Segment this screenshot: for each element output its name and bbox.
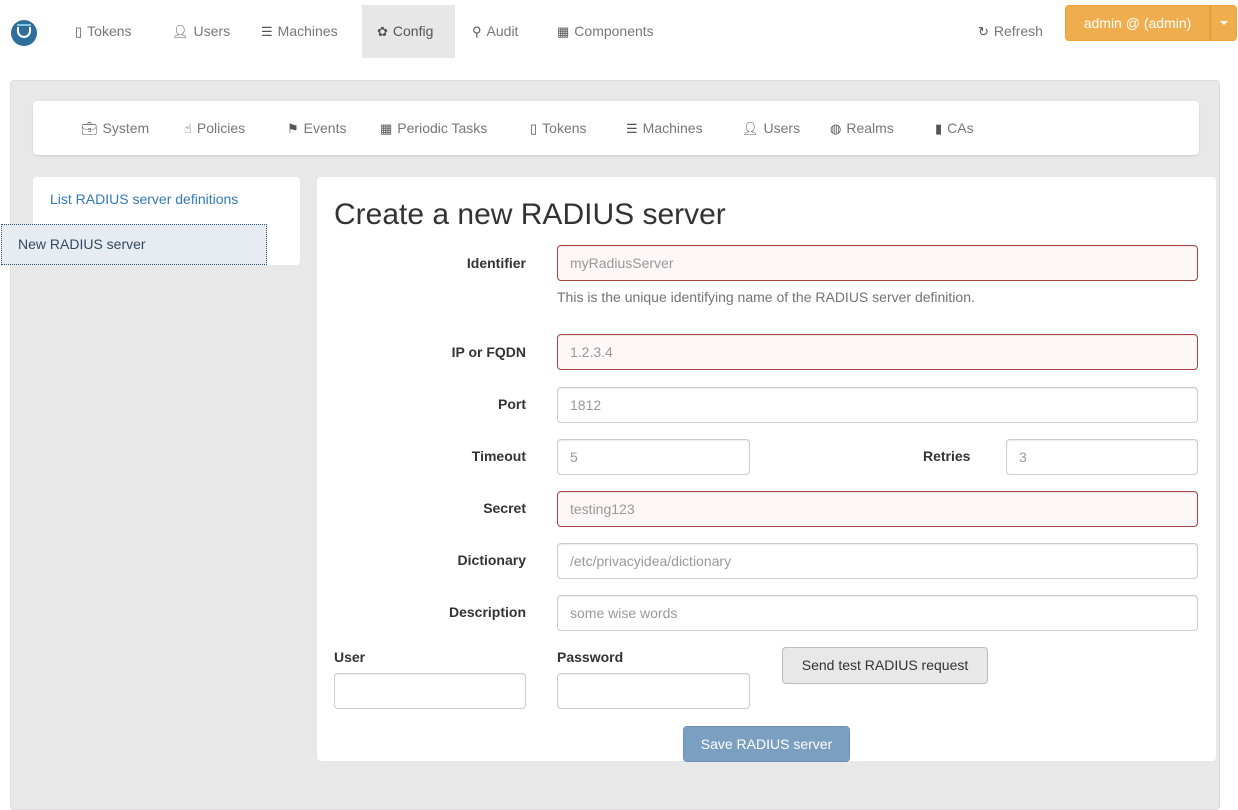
test-user-label: User [334,649,366,665]
description-input[interactable] [557,595,1198,631]
gear-icon: ✿ [377,24,388,39]
retries-label: Retries [923,448,971,464]
refresh-icon: ↻ [978,24,989,39]
globe-icon: ◍ [830,121,842,136]
refresh-button[interactable]: ↻ Refresh [963,5,1058,58]
timeout-label: Timeout [471,448,526,464]
search-icon: ⚲ [472,24,482,39]
subnav-realms[interactable]: ◍ Realms [830,101,894,155]
dictionary-label: Dictionary [457,552,526,568]
dictionary-input[interactable] [557,543,1198,579]
user-icon: 👤︎ [172,24,189,39]
secret-input[interactable] [557,491,1198,527]
server-icon: ☰ [626,121,638,136]
ip-input[interactable] [557,334,1198,370]
subnav-tokens[interactable]: ▯ Tokens [530,101,587,155]
page-title: Create a new RADIUS server [334,198,726,231]
subnav-cas[interactable]: ▮ CAs [935,101,974,155]
send-test-radius-button[interactable]: Send test RADIUS request [782,647,988,684]
nav-audit[interactable]: ⚲ Audit [457,5,533,58]
sidebar-item-list-radius[interactable]: List RADIUS server definitions [33,177,300,222]
retries-input[interactable] [1006,439,1198,475]
config-subnav: 💼︎ System ☝︎ Policies ⚑ Events ▦ Periodic Ta… [33,101,1199,155]
flag-icon: ⚑ [287,121,299,136]
user-menu-button[interactable]: admin @ (admin) [1065,5,1210,41]
nav-users[interactable]: 👤︎ Users [157,5,245,58]
subnav-machines[interactable]: ☰ Machines [626,101,703,155]
subnav-policies[interactable]: ☝︎ Policies [184,101,245,155]
subnav-periodic-tasks[interactable]: ▦ Periodic Tasks [380,101,487,155]
nav-config[interactable]: ✿ Config [362,5,455,58]
user-icon: 👤︎ [742,121,759,136]
bookmark-icon: ▮ [935,121,943,136]
identifier-label: Identifier [466,255,526,271]
calendar-icon: ▦ [380,121,393,136]
subnav-system[interactable]: 💼︎ System [81,101,149,155]
mobile-icon: ▯ [75,24,83,39]
nav-components[interactable]: ▦ Components [542,5,669,58]
ip-label: IP or FQDN [451,344,526,360]
nav-tokens[interactable]: ▯ Tokens [60,5,147,58]
identifier-help-text: This is the unique identifying name of t… [557,289,975,305]
test-password-label: Password [557,649,624,665]
top-navbar: ▯ Tokens 👤︎ Users ☰ Machines ✿ Config ⚲ Audit… [0,0,1238,58]
save-radius-server-button[interactable]: Save RADIUS server [683,726,850,762]
user-menu-caret[interactable] [1210,5,1237,41]
calendar-icon: ▦ [557,24,570,39]
mobile-icon: ▯ [530,121,538,136]
identifier-input[interactable] [557,245,1198,281]
app-logo[interactable] [11,20,37,46]
timeout-input[interactable] [557,439,750,475]
port-input[interactable] [557,387,1198,423]
briefcase-icon: 💼︎ [81,121,98,136]
hand-pointer-icon: ☝︎ [184,121,192,136]
secret-label: Secret [483,500,526,516]
test-password-input[interactable] [557,673,750,709]
description-label: Description [448,604,526,620]
subnav-users[interactable]: 👤︎ Users [742,101,800,155]
subnav-events[interactable]: ⚑ Events [287,101,346,155]
port-label: Port [498,396,526,412]
sidebar-item-new-radius[interactable]: New RADIUS server [1,224,267,265]
nav-machines[interactable]: ☰ Machines [246,5,353,58]
server-icon: ☰ [261,24,273,39]
test-user-input[interactable] [334,673,526,709]
